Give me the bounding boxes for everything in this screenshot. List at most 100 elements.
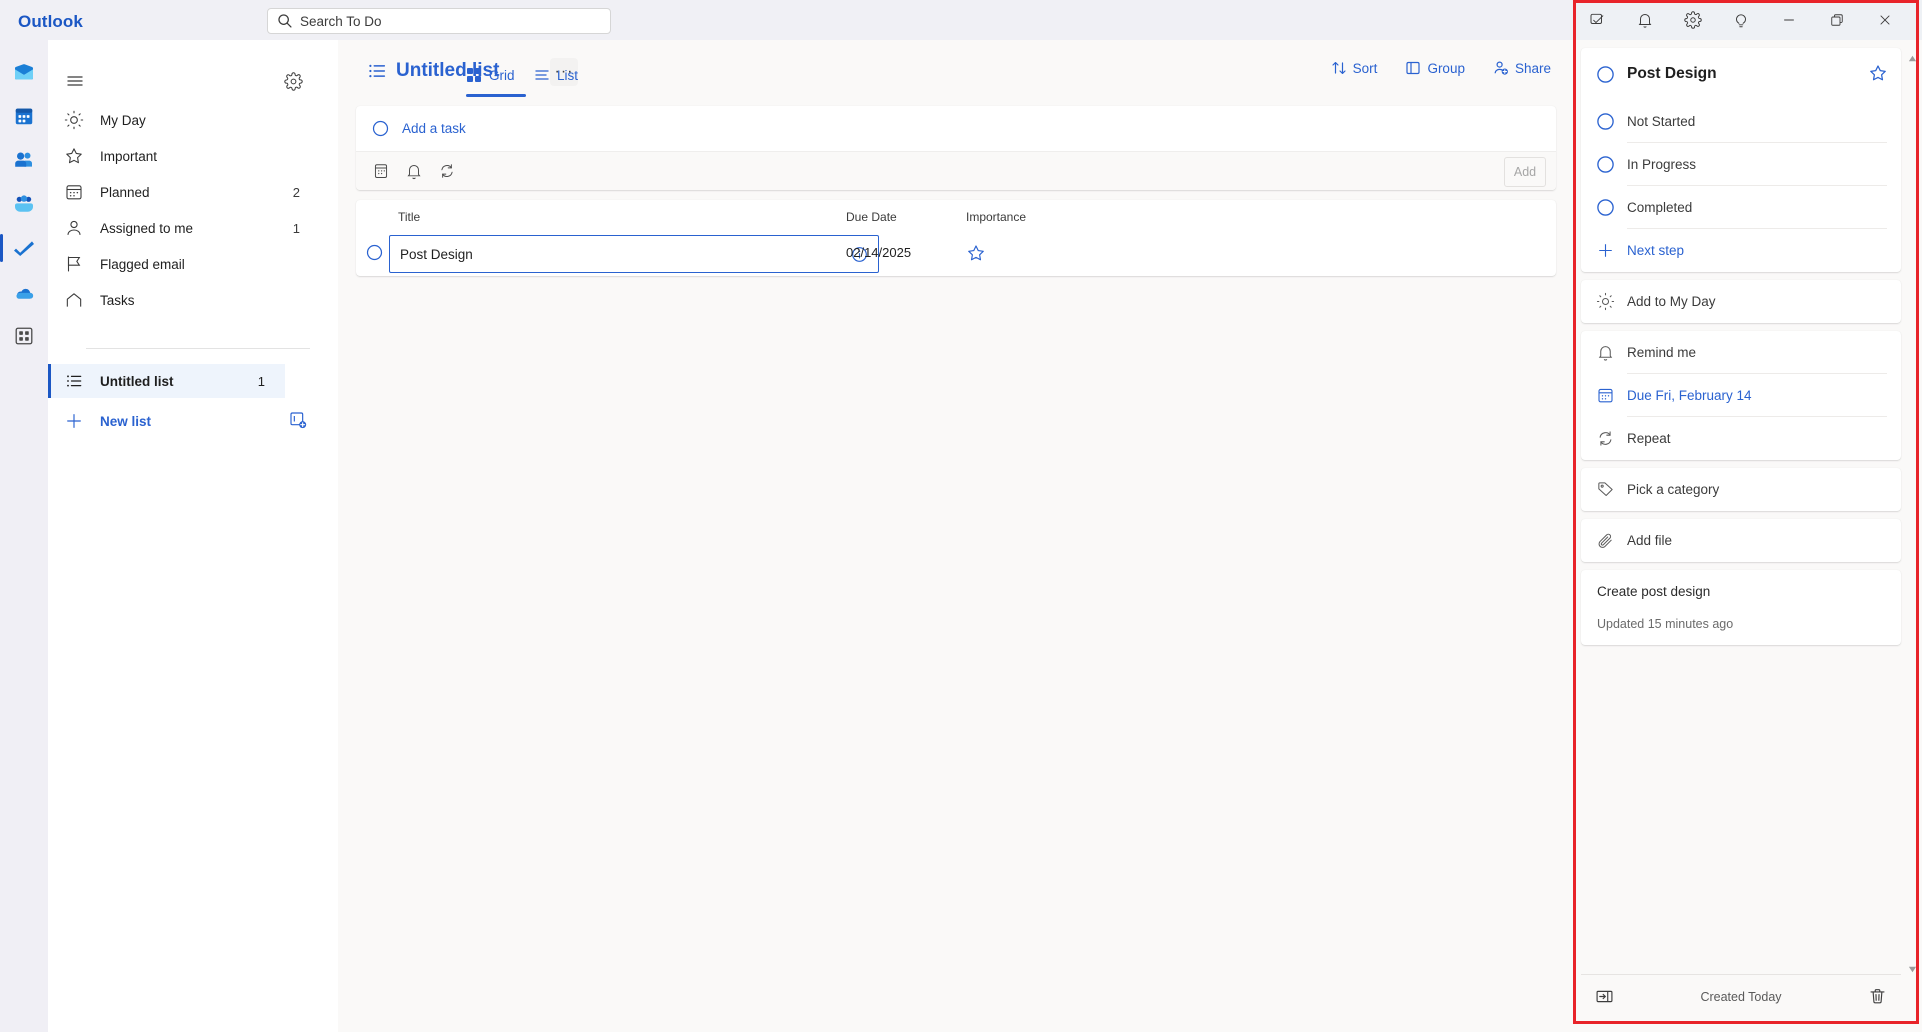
tab-list-label: List xyxy=(557,67,579,83)
people-icon xyxy=(15,152,32,167)
pick-category-row[interactable]: Pick a category xyxy=(1581,468,1901,511)
bell-icon[interactable] xyxy=(405,162,423,180)
rail-item-mail[interactable] xyxy=(0,50,48,94)
column-header-importance[interactable]: Importance xyxy=(966,210,1026,224)
rail-item-todo[interactable] xyxy=(0,226,48,270)
todo-app-window: Outlook Search To Do My Day Important Pl… xyxy=(0,0,1922,1032)
sun-icon xyxy=(64,110,84,130)
column-header-due-date[interactable]: Due Date xyxy=(846,210,897,224)
share-label: Share xyxy=(1514,60,1551,76)
new-list-button[interactable]: New list xyxy=(48,404,338,438)
sidebar-item-label: Tasks xyxy=(100,292,135,308)
brand-outlook[interactable]: Outlook xyxy=(18,12,198,32)
new-list-label: New list xyxy=(100,413,152,429)
due-date-row[interactable]: Due Fri, February 14 xyxy=(1598,374,1887,417)
step-label: Not Started xyxy=(1627,113,1696,129)
sidebar-item-my-day[interactable]: My Day xyxy=(48,102,338,138)
calendar-icon[interactable] xyxy=(372,162,390,180)
tag-icon xyxy=(1596,480,1615,499)
rail-item-onedrive[interactable] xyxy=(0,270,48,314)
add-file-label: Add file xyxy=(1627,533,1673,548)
note-text: Create post design xyxy=(1597,584,1711,599)
tab-grid[interactable]: Grid xyxy=(466,58,526,97)
minimize-icon[interactable] xyxy=(1765,0,1813,40)
sort-button[interactable]: Sort xyxy=(1331,60,1377,76)
plus-icon xyxy=(64,411,84,431)
trash-icon[interactable] xyxy=(1868,987,1887,1006)
sidebar-item-label: Assigned to me xyxy=(100,220,194,236)
sidebar-item-planned[interactable]: Planned 2 xyxy=(48,174,338,210)
circle-icon[interactable] xyxy=(1596,198,1615,217)
step-row-in-progress[interactable]: In Progress xyxy=(1597,143,1887,186)
due-date-label: Due Fri, February 14 xyxy=(1627,387,1752,403)
task-importance-cell[interactable] xyxy=(966,243,986,263)
apps-icon xyxy=(15,327,33,345)
star-icon[interactable] xyxy=(1868,63,1888,83)
step-label: Completed xyxy=(1627,199,1693,215)
gear-icon[interactable] xyxy=(1669,0,1717,40)
add-button[interactable]: Add xyxy=(1504,157,1546,187)
task-steps-card: Post Design Not Started In Progress Comp… xyxy=(1581,48,1901,272)
lightbulb-icon[interactable] xyxy=(1717,0,1765,40)
hamburger-icon[interactable] xyxy=(58,66,92,96)
detail-task-title-row[interactable]: Post Design xyxy=(1581,48,1901,100)
note-updated: Updated 15 minutes ago xyxy=(1597,617,1734,631)
sidebar-item-count: 1 xyxy=(292,220,300,236)
share-button[interactable]: Share xyxy=(1493,60,1551,76)
circle-icon[interactable] xyxy=(1596,155,1615,174)
tasks-icon[interactable] xyxy=(1573,0,1621,40)
rail-item-apps[interactable] xyxy=(0,314,48,358)
step-row-not-started[interactable]: Not Started xyxy=(1597,100,1887,143)
repeat-row[interactable]: Repeat xyxy=(1581,417,1901,460)
restore-icon[interactable] xyxy=(1813,0,1861,40)
sun-icon xyxy=(1596,292,1615,311)
sidebar-item-important[interactable]: Important xyxy=(48,138,338,174)
group-button[interactable]: Group xyxy=(1405,60,1465,76)
note-card[interactable]: Create post design Updated 15 minutes ag… xyxy=(1581,570,1901,645)
scroll-down-arrow[interactable] xyxy=(1908,961,1917,973)
rail-item-calendar[interactable] xyxy=(0,94,48,138)
close-icon[interactable] xyxy=(1861,0,1909,40)
collapse-panel-icon[interactable] xyxy=(1595,987,1614,1006)
circle-icon[interactable] xyxy=(1596,112,1615,131)
search-input[interactable]: Search To Do xyxy=(267,8,611,34)
rail-item-teams[interactable] xyxy=(0,182,48,226)
bell-icon[interactable] xyxy=(1621,0,1669,40)
table-row[interactable]: Post Design 02/14/2025 xyxy=(356,232,1556,276)
sidebar-item-flagged-email[interactable]: Flagged email xyxy=(48,246,338,282)
repeat-icon xyxy=(1596,429,1615,448)
repeat-icon[interactable] xyxy=(438,162,456,180)
next-step-button[interactable]: Next step xyxy=(1581,229,1901,272)
task-detail-panel: Post Design Not Started In Progress Comp… xyxy=(1573,0,1922,1032)
task-due-date-cell[interactable]: 02/14/2025 xyxy=(846,245,911,260)
add-task-row[interactable]: Add a task xyxy=(356,106,1556,151)
scroll-up-arrow[interactable] xyxy=(1908,50,1917,62)
sidebar-item-assigned-to-me[interactable]: Assigned to me 1 xyxy=(48,210,338,246)
gear-icon[interactable] xyxy=(278,66,308,96)
sidebar-item-untitled-list[interactable]: Untitled list 1 xyxy=(48,364,285,398)
rail-item-people[interactable] xyxy=(0,138,48,182)
tab-list[interactable]: List xyxy=(534,58,586,92)
new-group-icon[interactable] xyxy=(288,410,308,430)
share-icon xyxy=(1493,60,1509,76)
remind-me-row[interactable]: Remind me xyxy=(1598,331,1887,374)
nav-divider xyxy=(86,348,310,349)
task-complete-checkbox[interactable] xyxy=(366,244,383,261)
column-header-title[interactable]: Title xyxy=(398,210,420,224)
sidebar-item-tasks[interactable]: Tasks xyxy=(48,282,338,318)
sidebar-item-label: Important xyxy=(100,148,158,164)
add-file-card: Add file xyxy=(1581,519,1901,562)
sidebar-item-count: 1 xyxy=(257,373,265,389)
circle-icon[interactable] xyxy=(1596,65,1615,84)
add-file-row[interactable]: Add file xyxy=(1581,519,1901,562)
grid-icon xyxy=(466,67,482,83)
add-to-my-day-row[interactable]: Add to My Day xyxy=(1581,280,1901,323)
step-row-completed[interactable]: Completed xyxy=(1597,186,1887,229)
search-icon xyxy=(276,12,294,30)
next-step-label: Next step xyxy=(1627,243,1685,258)
reminder-card: Remind me Due Fri, February 14 Repeat xyxy=(1581,331,1901,460)
group-label: Group xyxy=(1427,60,1465,76)
task-title-cell[interactable]: Post Design xyxy=(389,235,879,273)
list-icon xyxy=(64,371,84,391)
add-task-toolbar: Add xyxy=(356,151,1556,190)
